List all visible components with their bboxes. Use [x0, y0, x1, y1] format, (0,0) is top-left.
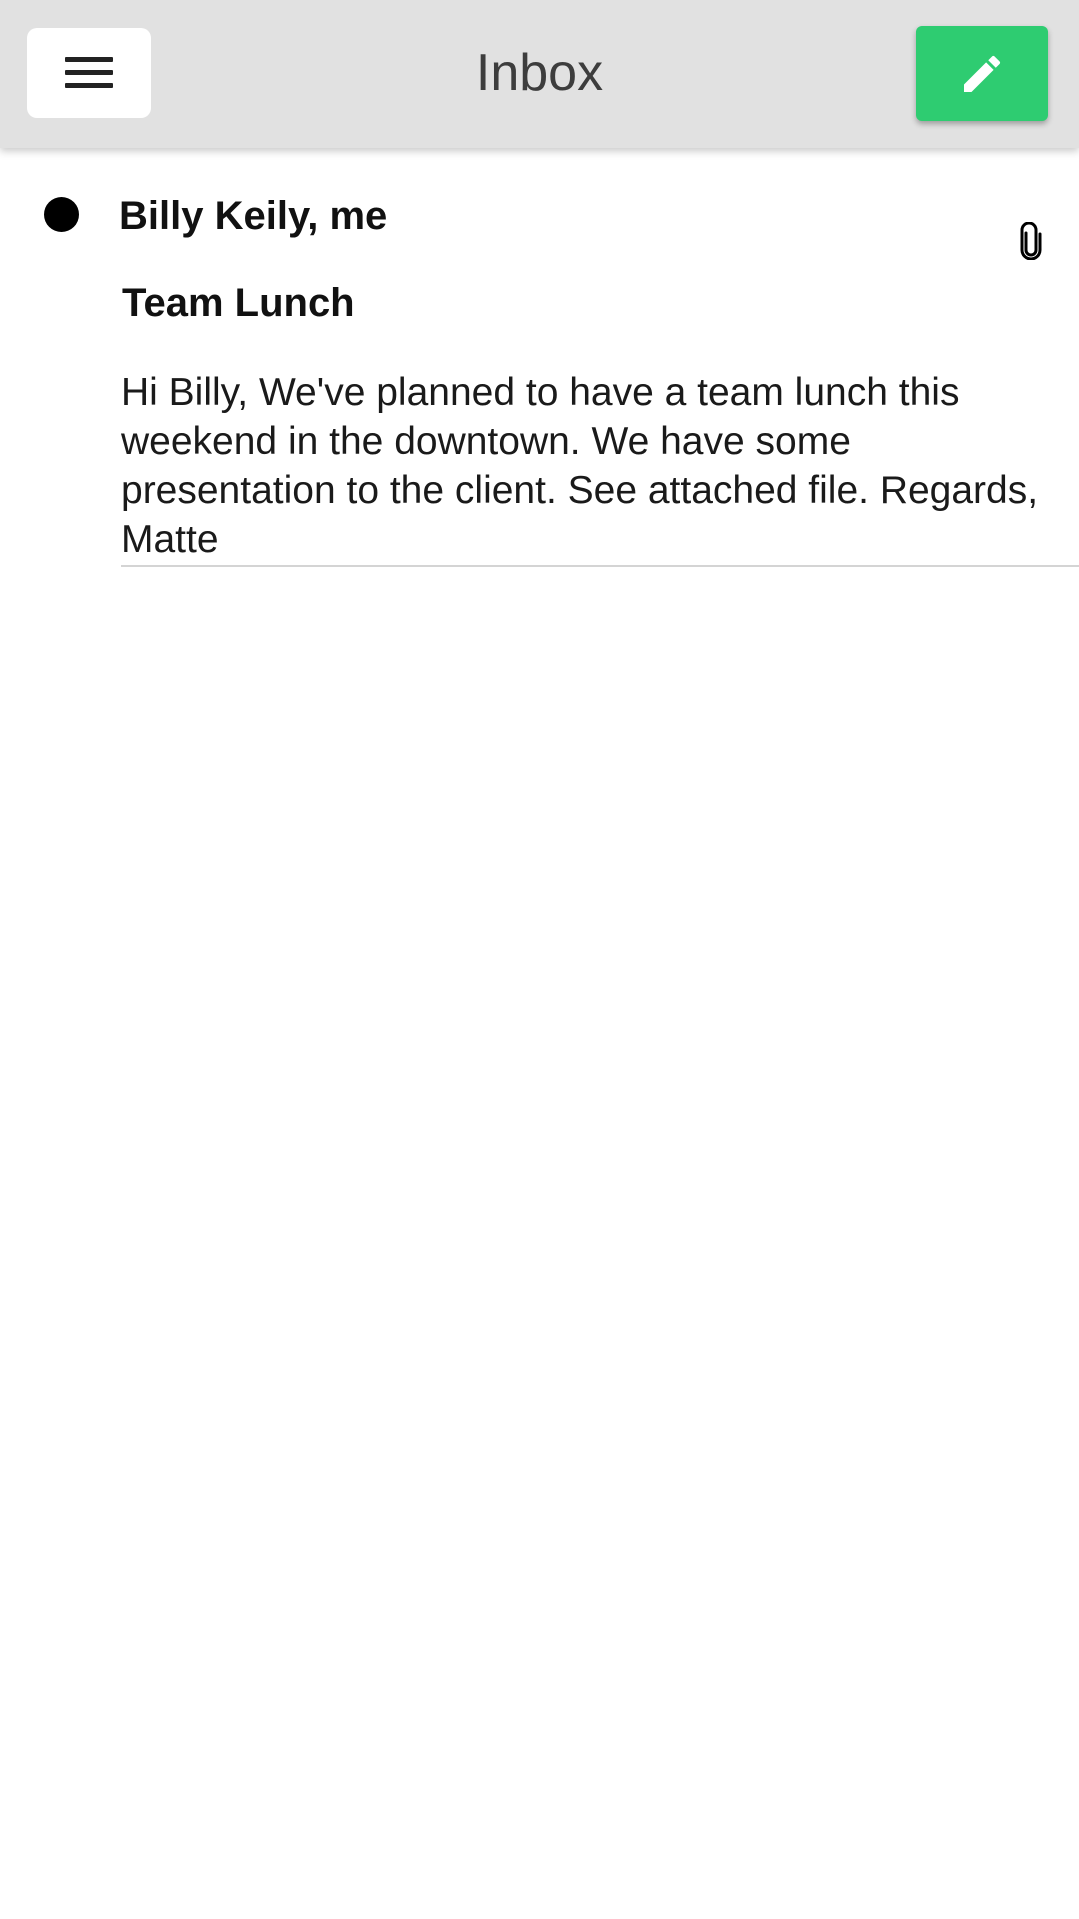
divider	[121, 565, 1079, 567]
message-sender: Billy Keily, me	[119, 194, 388, 238]
menu-button[interactable]	[27, 28, 151, 118]
unread-indicator-icon	[44, 197, 79, 232]
pencil-icon	[964, 55, 1001, 92]
app-bar: Inbox	[0, 0, 1079, 148]
message-subject: Team Lunch	[122, 281, 355, 325]
inbox-screen: Inbox Billy Keily, me Team Lunch Hi Bill…	[0, 0, 1079, 1919]
message-list-item[interactable]: Billy Keily, me Team Lunch Hi Billy, We'…	[0, 148, 1079, 568]
hamburger-menu-icon	[65, 57, 113, 89]
message-preview: Hi Billy, We've planned to have a team l…	[121, 371, 1039, 561]
compose-button[interactable]	[916, 26, 1048, 121]
paperclip-icon	[1020, 222, 1042, 260]
